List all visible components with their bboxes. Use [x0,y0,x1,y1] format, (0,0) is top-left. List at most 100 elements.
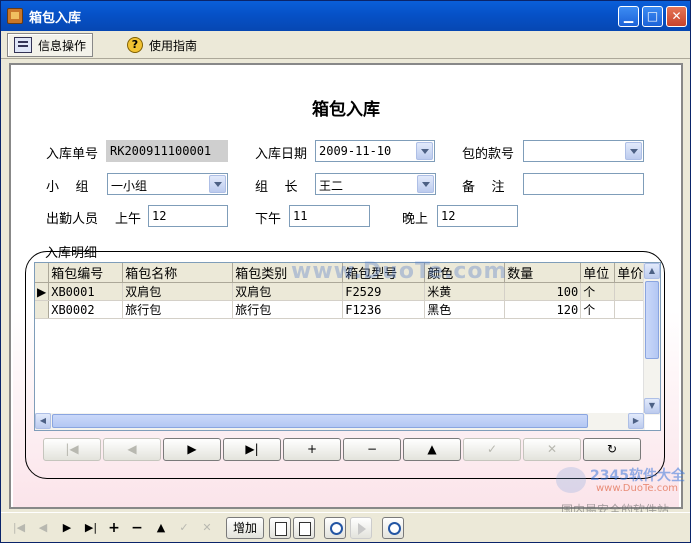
column-header[interactable]: 箱包编号 [48,263,124,283]
afternoon-label: 下午 [255,212,282,227]
edit-record-button[interactable]: ▲ [403,438,461,461]
leader-select[interactable]: 王二 [315,173,436,195]
scroll-right-icon[interactable]: ▶ [628,413,644,429]
prior-record-button[interactable]: ◀ [103,438,161,461]
scroll-down-icon[interactable]: ▼ [644,398,660,414]
table-cell[interactable]: 米黄 [424,282,506,301]
table-cell[interactable]: 120 [504,300,582,319]
remark-field[interactable] [523,173,644,195]
row-indicator-header [35,263,50,283]
detail-grid[interactable]: 箱包编号 箱包名称 箱包类别 箱包型号 颜色 数量 单位 单价 ▶ XB0001… [34,262,661,431]
evening-label: 晚上 [402,212,429,227]
order-no-label: 入库单号 [46,147,99,162]
table-cell[interactable]: F1236 [342,300,426,319]
date-value: 2009-11-10 [319,144,392,158]
group-value: 一小组 [111,179,148,193]
afternoon-field[interactable]: 11 [289,205,370,227]
style-no-select[interactable] [523,140,644,162]
table-row[interactable]: XB0002 旅行包 旅行包 F1236 黑色 120 个 [35,300,648,319]
table-cell[interactable]: 个 [580,300,616,319]
table-cell[interactable]: 双肩包 [122,282,234,301]
first-record-icon[interactable]: |◀ [9,519,29,537]
current-row-indicator-icon: ▶ [35,282,50,301]
last-record-icon[interactable]: ▶| [81,519,101,537]
date-label: 入库日期 [255,147,308,162]
style-no-label: 包的款号 [462,147,515,162]
info-operation-label: 信息操作 [38,38,87,53]
table-cell[interactable]: 旅行包 [232,300,344,319]
order-no-field: RK200911100001 [106,140,228,162]
table-cell[interactable]: XB0002 [48,300,124,319]
morning-label: 上午 [115,212,142,227]
minimize-button[interactable]: ▁ [618,6,639,27]
app-icon [7,8,23,24]
table-cell[interactable]: 100 [504,282,582,301]
close-button[interactable]: ✕ [666,6,687,27]
horizontal-scrollbar[interactable]: ◀ ▶ [35,413,645,430]
attendance-label: 出勤人员 [46,212,99,227]
next-record-button[interactable]: ▶ [163,438,221,461]
column-header[interactable]: 箱包名称 [122,263,234,283]
maximize-button[interactable]: □ [642,6,663,27]
group-label: 小 组 [46,180,89,195]
print-setup-icon[interactable] [293,517,315,539]
preview-icon[interactable] [324,517,346,539]
window-title: 箱包入库 [29,11,82,26]
table-cell[interactable]: F2529 [342,282,426,301]
bottom-toolbar: |◀ ◀ ▶ ▶| + − ▲ ✓ ✕ 增加 [1,512,690,542]
search-icon[interactable] [382,517,404,539]
morning-field[interactable]: 12 [148,205,228,227]
post-icon[interactable]: ✓ [174,519,194,537]
edit-icon[interactable]: ▲ [151,519,171,537]
print-icon[interactable] [269,517,291,539]
vertical-scroll-thumb[interactable] [645,281,659,359]
refresh-button[interactable]: ↻ [583,438,641,461]
chevron-down-icon[interactable] [209,175,226,193]
main-window: 箱包入库 ▁ □ ✕ 信息操作 ? 使用指南 箱包入库 入库单号 RK20091… [0,0,691,543]
table-cell[interactable]: 个 [580,282,616,301]
group-select[interactable]: 一小组 [107,173,228,195]
user-guide-label: 使用指南 [149,38,198,53]
table-cell[interactable]: 旅行包 [122,300,234,319]
first-record-button[interactable]: |◀ [43,438,101,461]
remark-label: 备 注 [462,180,505,195]
insert-icon[interactable]: + [104,519,124,537]
evening-field[interactable]: 12 [437,205,518,227]
user-guide-button[interactable]: ? 使用指南 [121,33,203,57]
detail-group-title: 入库明细 [45,246,98,261]
date-picker[interactable]: 2009-11-10 [315,140,435,162]
scroll-up-icon[interactable]: ▲ [644,263,660,279]
prior-record-icon[interactable]: ◀ [33,519,53,537]
vertical-scrollbar[interactable]: ▲ ▼ [643,263,660,415]
cancel-icon[interactable]: ✕ [197,519,217,537]
table-cell[interactable]: 双肩包 [232,282,344,301]
post-record-button[interactable]: ✓ [463,438,521,461]
table-row[interactable]: ▶ XB0001 双肩包 双肩包 F2529 米黄 100 个 [35,282,648,301]
table-cell[interactable]: 黑色 [424,300,506,319]
table-cell[interactable] [614,300,648,319]
last-record-button[interactable]: ▶| [223,438,281,461]
table-cell[interactable]: XB0001 [48,282,124,301]
form-title: 箱包入库 [312,100,380,120]
column-header[interactable]: 数量 [504,263,582,283]
next-record-icon[interactable]: ▶ [57,519,77,537]
grid-navigator: |◀ ◀ ▶ ▶| + − ▲ ✓ ✕ ↻ [43,438,641,462]
insert-record-button[interactable]: + [283,438,341,461]
scroll-left-icon[interactable]: ◀ [35,413,51,429]
delete-icon[interactable]: − [127,519,147,537]
chevron-down-icon[interactable] [625,142,642,160]
cancel-record-button[interactable]: ✕ [523,438,581,461]
table-cell[interactable] [614,282,648,301]
column-header[interactable]: 单价 [614,263,648,283]
next-page-icon[interactable] [350,517,372,539]
chevron-down-icon[interactable] [417,175,434,193]
column-header[interactable]: 单位 [580,263,616,283]
chevron-down-icon[interactable] [416,142,433,160]
delete-record-button[interactable]: − [343,438,401,461]
add-button[interactable]: 增加 [226,517,264,539]
title-bar[interactable]: 箱包入库 ▁ □ ✕ [1,1,690,31]
row-indicator [35,300,50,319]
info-operation-button[interactable]: 信息操作 [7,33,94,57]
horizontal-scroll-thumb[interactable] [52,414,588,428]
leader-label: 组 长 [255,180,298,195]
